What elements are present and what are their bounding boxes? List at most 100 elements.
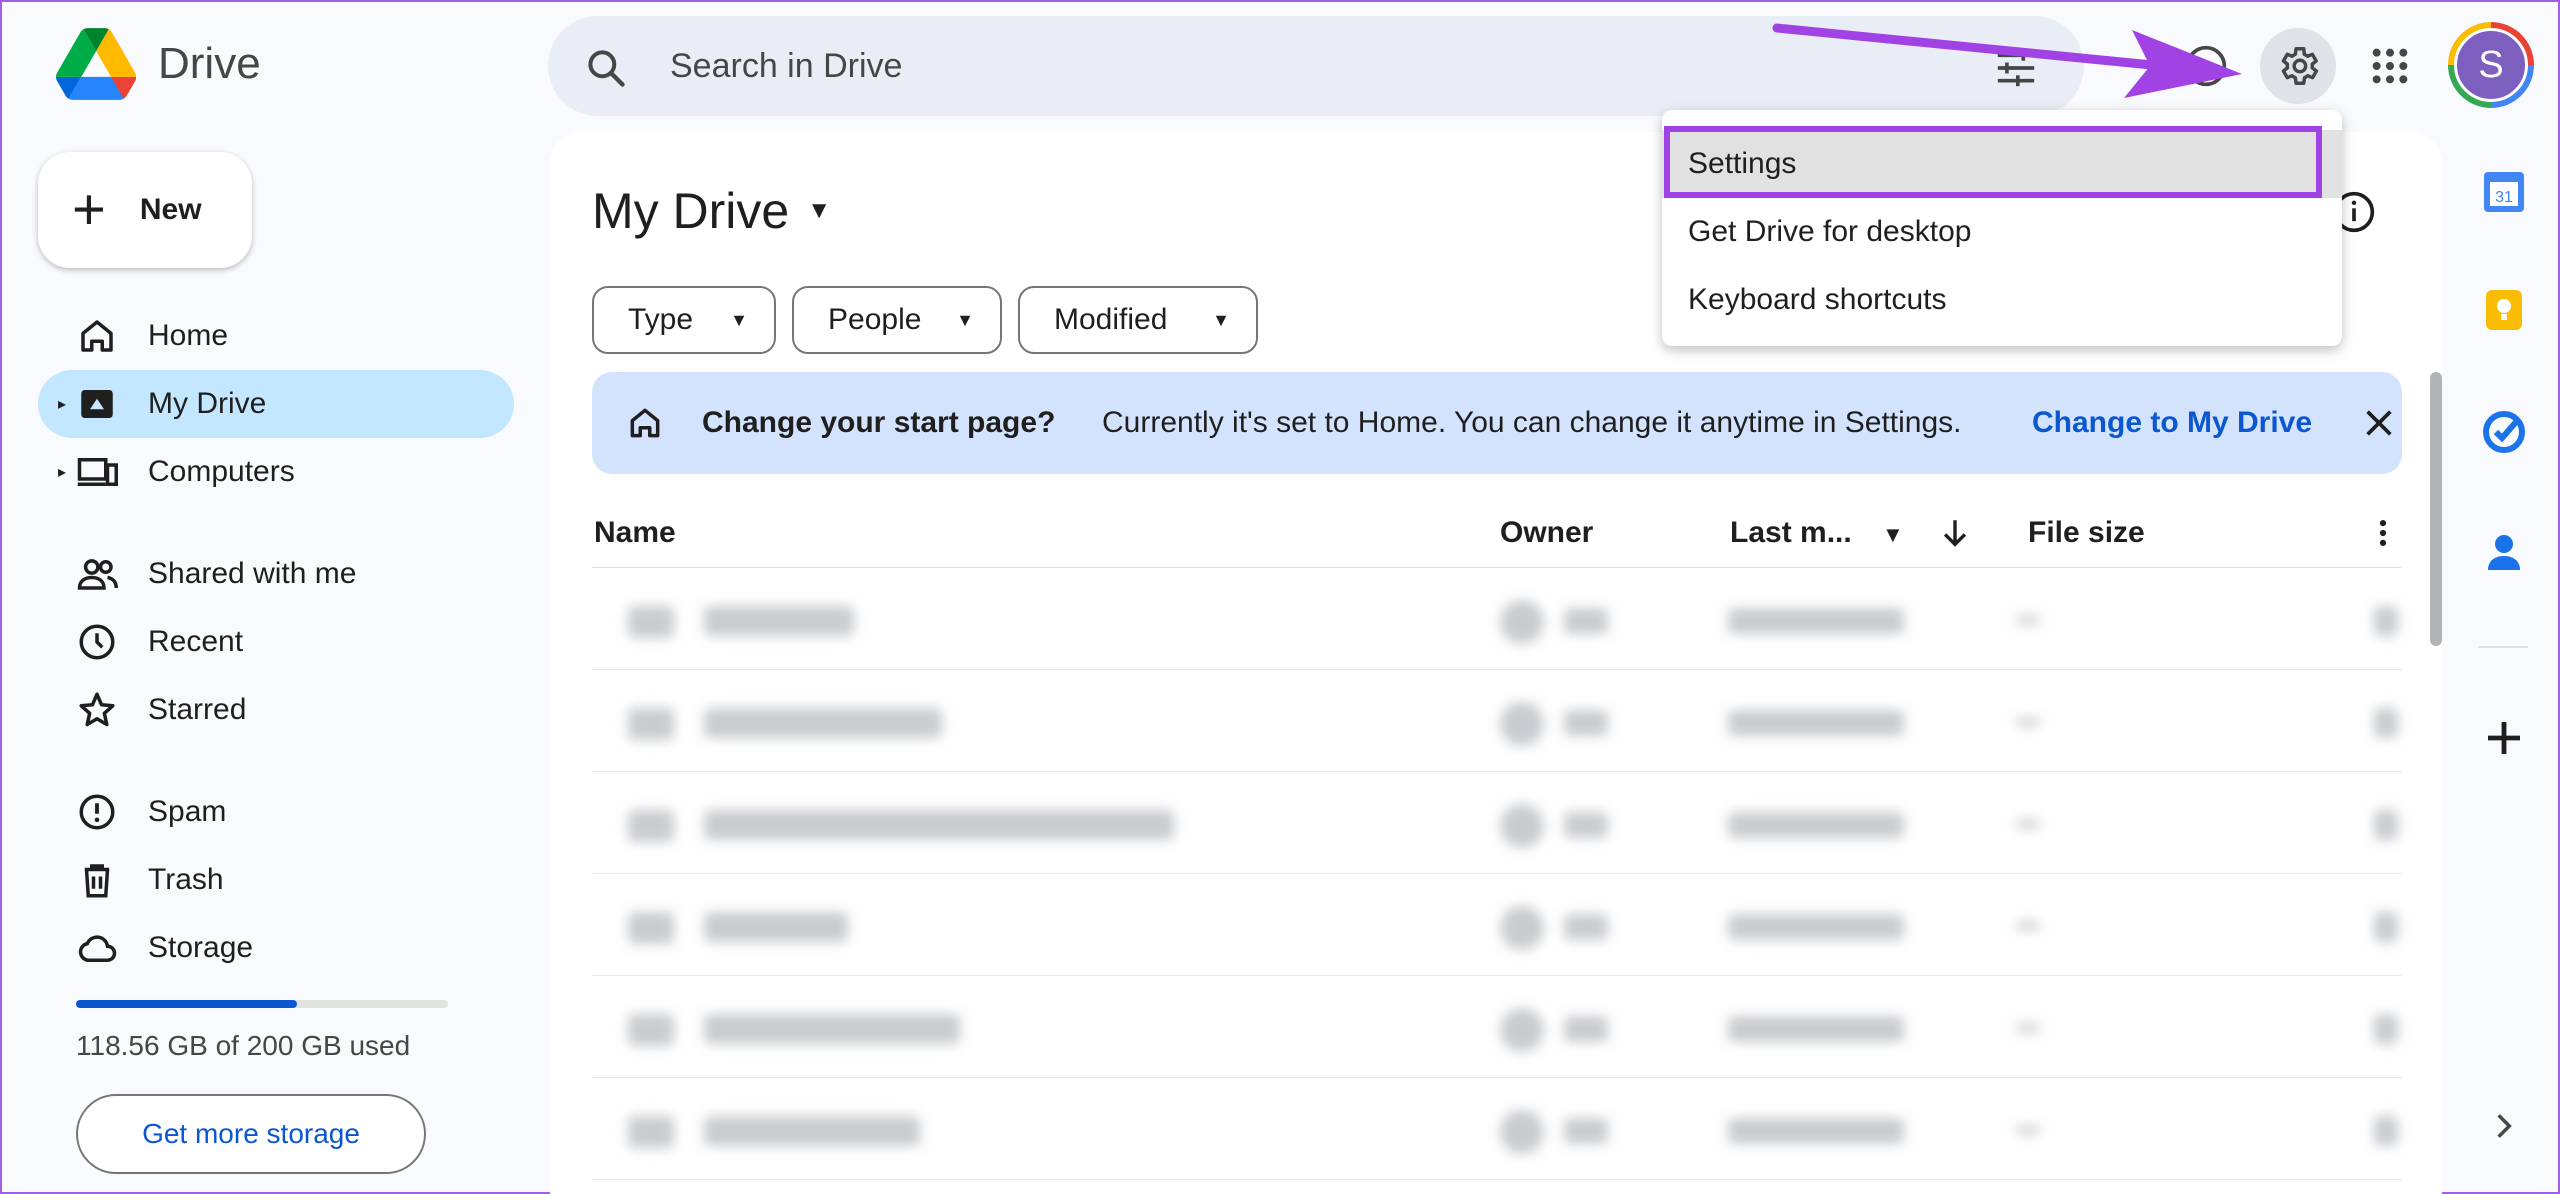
settings-button[interactable] (2260, 28, 2336, 104)
settings-menu: Settings Get Drive for desktop Keyboard … (1662, 110, 2342, 346)
table-header: Name Owner Last m... ▼ File size (592, 494, 2402, 568)
app-name: Drive (158, 39, 261, 88)
owner-avatar (1500, 702, 1544, 746)
owner-avatar (1500, 1008, 1544, 1052)
drive-logo[interactable]: Drive (56, 28, 261, 100)
svg-text:31: 31 (2495, 189, 2513, 206)
search-icon[interactable] (584, 46, 628, 90)
new-button-label: New (139, 193, 202, 226)
sidebar-item-home[interactable]: Home (38, 302, 514, 370)
spam-icon (79, 794, 115, 830)
folder-icon (628, 912, 674, 944)
owner-avatar (1500, 600, 1544, 644)
sidebar-item-shared[interactable]: Shared with me (38, 540, 514, 608)
column-last-modified[interactable]: Last m... (1730, 516, 1852, 550)
computers-icon (77, 458, 118, 486)
sidebar-item-spam[interactable]: Spam (38, 778, 514, 846)
filter-label: Modified (1054, 303, 1168, 336)
chevron-right-icon[interactable] (2488, 1110, 2520, 1142)
sidebar-item-starred[interactable]: Starred (38, 676, 514, 744)
keep-icon[interactable] (2480, 286, 2528, 334)
scrollbar[interactable] (2430, 372, 2442, 646)
folder-icon (628, 1116, 674, 1148)
calendar-icon[interactable]: 31 (2480, 168, 2528, 216)
filter-modified[interactable]: Modified ▼ (1018, 286, 1258, 354)
more-vert-icon[interactable] (2366, 516, 2400, 550)
home-icon (81, 320, 113, 352)
column-file-size[interactable]: File size (2028, 516, 2145, 550)
gear-icon (2281, 47, 2319, 85)
annotation-arrow (1772, 23, 2242, 98)
table-row[interactable] (592, 976, 2402, 1078)
tasks-icon[interactable] (2480, 408, 2528, 456)
menu-item-keyboard-shortcuts[interactable]: Keyboard shortcuts (1662, 266, 2342, 334)
filter-label: People (828, 303, 922, 336)
rail-divider (2478, 646, 2528, 648)
clock-icon (79, 624, 115, 660)
chevron-down-icon: ▼ (807, 197, 831, 224)
my-drive-icon (81, 390, 113, 418)
banner-title: Change your start page? (702, 406, 1056, 439)
table-row[interactable] (592, 772, 2402, 874)
storage-usage-text: 118.56 GB of 200 GB used (76, 1030, 411, 1061)
apps-grid-icon[interactable] (2352, 28, 2428, 104)
sidebar-item-label: Spam (148, 795, 227, 828)
storage-usage-bar (76, 1000, 448, 1008)
add-icon[interactable] (2480, 714, 2528, 762)
table-row[interactable] (592, 568, 2402, 670)
filter-type[interactable]: Type ▼ (592, 286, 776, 354)
filter-label: Type (628, 303, 694, 336)
page-title[interactable]: My Drive ▼ (592, 182, 831, 240)
star-icon (79, 692, 115, 727)
change-to-my-drive-link[interactable]: Change to My Drive (2032, 406, 2312, 440)
sidebar-item-label: Recent (148, 625, 244, 658)
folder-icon (628, 708, 674, 740)
page-title-text: My Drive (592, 183, 790, 239)
new-button[interactable]: + New (38, 152, 252, 268)
expand-caret-icon[interactable]: ▸ (58, 462, 66, 482)
table-row[interactable] (592, 1078, 2402, 1180)
sidebar-item-computers[interactable]: ▸ Computers (38, 438, 514, 506)
get-more-storage-button[interactable]: Get more storage (76, 1094, 426, 1174)
filter-people[interactable]: People ▼ (792, 286, 1002, 354)
highlight-box (1664, 126, 2322, 198)
folder-icon (628, 810, 674, 842)
start-page-banner: Change your start page? Currently it's s… (592, 372, 2402, 474)
account-avatar[interactable]: S (2448, 22, 2534, 108)
storage-usage-fill (76, 1000, 297, 1008)
avatar-letter: S (2454, 28, 2528, 102)
sidebar-item-label: Shared with me (148, 557, 357, 590)
sidebar-item-label: Storage (148, 931, 254, 964)
expand-caret-icon[interactable]: ▸ (58, 394, 66, 414)
sidebar-item-storage[interactable]: Storage (38, 914, 514, 982)
chevron-down-icon[interactable]: ▼ (1882, 522, 1904, 548)
menu-item-get-drive-for-desktop[interactable]: Get Drive for desktop (1662, 198, 2342, 266)
banner-text: Currently it's set to Home. You can chan… (1102, 406, 1962, 439)
sidebar-item-trash[interactable]: Trash (38, 846, 514, 914)
sidebar-item-label: Home (148, 319, 229, 352)
contacts-icon[interactable] (2480, 528, 2528, 576)
owner-avatar (1500, 1110, 1544, 1154)
chevron-down-icon: ▼ (730, 309, 748, 330)
folder-icon (628, 606, 674, 638)
column-name[interactable]: Name (594, 516, 676, 550)
column-owner[interactable]: Owner (1500, 516, 1593, 550)
sidebar-item-label: My Drive (148, 387, 267, 420)
plus-icon: + (72, 177, 106, 242)
sidebar-item-my-drive[interactable]: ▸ My Drive (38, 370, 514, 438)
chevron-down-icon: ▼ (1212, 309, 1230, 330)
folder-icon (628, 1014, 674, 1046)
sidebar-item-recent[interactable]: Recent (38, 608, 514, 676)
close-icon[interactable] (2362, 406, 2396, 440)
search-input[interactable]: Search in Drive (670, 47, 902, 86)
drive-logo-icon (56, 28, 136, 100)
table-row[interactable] (592, 874, 2402, 976)
chevron-down-icon: ▼ (956, 309, 974, 330)
owner-avatar (1500, 804, 1544, 848)
home-icon (630, 408, 660, 438)
sidebar-item-label: Trash (148, 863, 224, 896)
table-row[interactable] (592, 670, 2402, 772)
sidebar-item-label: Starred (148, 693, 247, 726)
sidebar-item-label: Computers (148, 455, 295, 488)
sort-arrow-down-icon[interactable] (1938, 516, 1972, 550)
